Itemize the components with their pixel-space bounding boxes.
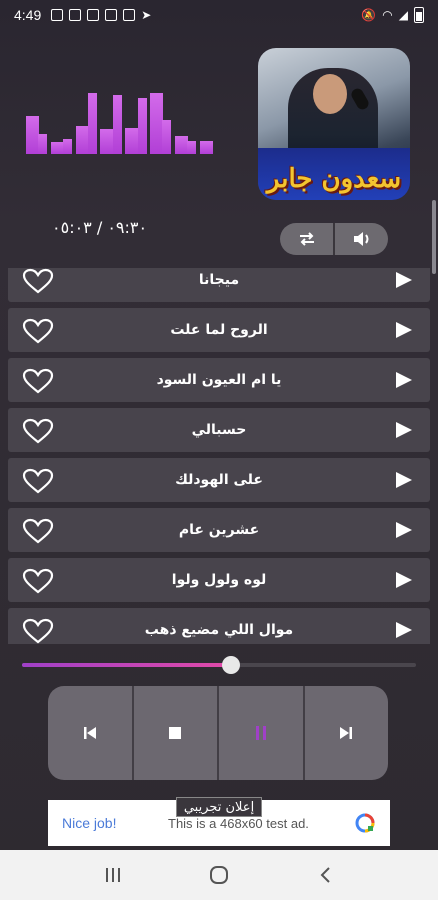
play-icon[interactable] — [396, 272, 412, 288]
song-title: عشرين عام — [178, 522, 260, 538]
ad-body-text: This is a 468x60 test ad. — [168, 815, 309, 831]
status-time: 4:49 — [14, 7, 42, 23]
notification-icons: ➤ — [51, 8, 151, 22]
play-icon[interactable] — [396, 422, 412, 438]
song-row[interactable]: عشرين عام — [8, 508, 430, 552]
song-title: لوه ولول ولوا — [171, 572, 267, 588]
equalizer-bar — [199, 141, 213, 154]
stop-icon — [169, 727, 182, 739]
equalizer-bar — [88, 93, 97, 154]
favorite-heart-icon[interactable] — [22, 318, 54, 344]
seek-progress — [22, 663, 231, 667]
favorite-heart-icon[interactable] — [22, 518, 54, 544]
play-icon[interactable] — [396, 322, 412, 338]
skip-next-icon — [340, 727, 353, 739]
play-icon[interactable] — [396, 472, 412, 488]
seek-bar[interactable] — [22, 656, 416, 674]
album-art: سعدون جابر — [258, 48, 410, 200]
ad-label: إعلان تجريبي — [176, 797, 262, 817]
equalizer-bar — [50, 142, 64, 154]
favorite-heart-icon[interactable] — [22, 568, 54, 594]
equalizer-bar — [137, 98, 147, 154]
image-icon — [69, 9, 82, 21]
favorite-heart-icon[interactable] — [22, 618, 54, 644]
favorite-heart-icon[interactable] — [22, 418, 54, 444]
equalizer-bar — [75, 126, 89, 154]
song-row[interactable]: ميجانا — [8, 268, 430, 302]
equalizer-bar — [162, 120, 172, 154]
next-button[interactable] — [302, 686, 389, 780]
pause-icon — [255, 726, 266, 740]
scroll-indicator[interactable] — [432, 200, 436, 274]
song-row[interactable]: يا ام العيون السود — [8, 358, 430, 402]
skip-previous-icon — [83, 727, 96, 739]
favorite-heart-icon[interactable] — [22, 368, 54, 394]
signal-icon: ◢ — [398, 8, 408, 22]
play-icon[interactable] — [396, 522, 412, 538]
song-title: موال اللي مضيع ذهب — [144, 622, 294, 638]
play-icon[interactable] — [396, 372, 412, 388]
song-row[interactable]: الروح لما علت — [8, 308, 430, 352]
status-bar: 4:49 ➤ 🔕 ◠ ◢ — [0, 0, 438, 30]
battery-icon — [414, 7, 424, 23]
option-pills — [280, 223, 388, 255]
equalizer-bar — [125, 128, 139, 154]
song-row[interactable]: لوه ولول ولوا — [8, 558, 430, 602]
back-button[interactable] — [305, 855, 345, 895]
mute-icon: 🔕 — [361, 8, 377, 22]
equalizer-bar — [187, 141, 197, 154]
app-icon-2 — [105, 9, 118, 21]
song-list: ميجانا الروح لما علت يا ام العيون السود حسب… — [8, 268, 430, 644]
equalizer-bar — [63, 139, 73, 154]
back-icon — [320, 867, 330, 883]
play-icon[interactable] — [396, 622, 412, 638]
song-row[interactable]: على الهودلك — [8, 458, 430, 502]
equalizer-bar — [26, 116, 39, 154]
recent-apps-icon — [106, 868, 120, 882]
favorite-heart-icon[interactable] — [22, 268, 54, 294]
song-title: ميجانا — [198, 272, 240, 288]
play-icon[interactable] — [396, 572, 412, 588]
app-icon — [87, 9, 100, 21]
song-title: حسبالي — [191, 422, 247, 438]
repeat-icon — [299, 232, 314, 246]
favorite-heart-icon[interactable] — [22, 468, 54, 494]
equalizer-visualizer — [26, 88, 213, 154]
song-title: يا ام العيون السود — [156, 372, 282, 388]
ad-logo-icon — [355, 813, 375, 833]
home-button[interactable] — [199, 855, 239, 895]
home-icon — [210, 866, 228, 884]
telegram-icon: ➤ — [141, 8, 152, 22]
equalizer-bar — [100, 129, 114, 154]
song-title: على الهودلك — [175, 472, 263, 488]
app-icon-3 — [123, 9, 136, 21]
youtube-icon — [51, 9, 64, 21]
wifi-icon: ◠ — [382, 8, 393, 22]
volume-icon — [353, 232, 368, 246]
song-title: الروح لما علت — [170, 322, 268, 338]
recent-apps-button[interactable] — [93, 855, 133, 895]
song-row[interactable]: موال اللي مضيع ذهب — [8, 608, 430, 644]
stop-button[interactable] — [131, 686, 218, 780]
pause-button[interactable] — [217, 686, 303, 780]
playback-controls — [48, 686, 388, 780]
ad-nice-text: Nice job! — [62, 815, 117, 831]
seek-thumb[interactable] — [221, 656, 240, 674]
previous-button[interactable] — [48, 686, 132, 780]
time-display: ٠٩:٣٠ / ٠٥:٠٣ — [52, 218, 148, 237]
equalizer-bar — [38, 134, 48, 154]
system-nav-bar — [0, 850, 438, 900]
equalizer-bar — [150, 93, 163, 154]
equalizer-bar — [112, 95, 122, 154]
artist-face — [313, 74, 347, 114]
song-row[interactable]: حسبالي — [8, 408, 430, 452]
volume-button[interactable] — [333, 223, 388, 255]
system-icons: 🔕 ◠ ◢ — [361, 7, 424, 23]
repeat-button[interactable] — [280, 223, 333, 255]
album-artist-name: سعدون جابر — [266, 164, 402, 194]
equalizer-bar — [174, 136, 188, 154]
